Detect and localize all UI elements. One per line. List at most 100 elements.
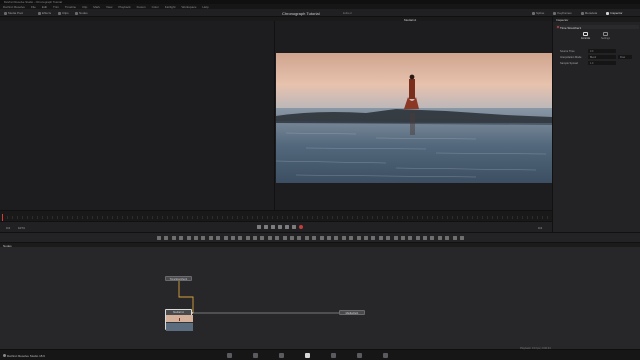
viewer-left[interactable]	[0, 21, 274, 210]
fusion-tool-icon[interactable]	[349, 235, 354, 240]
fusion-tool-icon[interactable]	[267, 235, 272, 240]
fusion-tool-icon[interactable]	[186, 235, 191, 240]
fusion-tool-icon[interactable]	[423, 235, 428, 240]
clips-button[interactable]: Clips	[58, 11, 69, 15]
fusion-tool-icon[interactable]	[171, 235, 176, 240]
fusion-tool-icon[interactable]	[253, 235, 258, 240]
fusion-tool-icon[interactable]	[290, 235, 295, 240]
nodes-button[interactable]: Nodes	[75, 11, 88, 15]
fusion-tool-icon[interactable]	[179, 235, 184, 240]
render-start-field[interactable]: 0.0	[6, 226, 10, 230]
node-timestretcher[interactable]: TimeStretcher1	[165, 276, 192, 281]
fusion-tool-icon[interactable]	[371, 235, 376, 240]
menu-item[interactable]: DaVinci Resolve	[3, 5, 25, 9]
fairlight-page-icon[interactable]	[357, 352, 362, 358]
tab-settings[interactable]: Settings	[597, 32, 614, 42]
deliver-page-icon[interactable]	[383, 352, 388, 358]
node-mediain[interactable]: MediaIn1	[165, 309, 193, 331]
go-to-end-icon[interactable]	[292, 225, 296, 229]
media-pool-button[interactable]: Media Pool	[4, 11, 23, 15]
fusion-tool-icon[interactable]	[157, 235, 161, 240]
fusion-tool-icon[interactable]	[386, 235, 391, 240]
menu-item[interactable]: Fairlight	[165, 5, 176, 9]
fusion-tool-icon[interactable]	[408, 235, 413, 240]
fusion-tool-icon[interactable]	[260, 235, 265, 240]
fusion-tool-icon[interactable]	[437, 235, 442, 240]
interpolation-blend-button[interactable]: Blend	[588, 55, 616, 59]
fusion-tool-icon[interactable]	[460, 235, 465, 240]
fusion-tool-icon[interactable]	[319, 235, 324, 240]
time-ruler[interactable]	[0, 210, 552, 221]
source-time-field[interactable]: 0.0	[588, 49, 616, 53]
step-back-icon[interactable]	[264, 225, 268, 229]
menu-item[interactable]: Workspace	[181, 5, 196, 9]
menu-item[interactable]: Help	[202, 5, 208, 9]
current-frame-field[interactable]: 1074	[18, 226, 25, 230]
menu-item[interactable]: Fusion	[137, 5, 146, 9]
go-to-start-icon[interactable]	[257, 225, 261, 229]
effects-button[interactable]: Effects	[38, 11, 51, 15]
fusion-tool-icon[interactable]	[452, 235, 457, 240]
menu-item[interactable]: Mark	[93, 5, 100, 9]
playhead-marker[interactable]	[2, 214, 3, 221]
fusion-tool-icon[interactable]	[363, 235, 368, 240]
nodes-icon	[75, 11, 78, 15]
workspace-tab-metadata[interactable]: Metadata	[580, 11, 597, 15]
fusion-tool-icon[interactable]	[297, 235, 302, 240]
fusion-tool-icon[interactable]	[201, 235, 206, 240]
step-forward-icon[interactable]	[285, 225, 289, 229]
fusion-tool-icon[interactable]	[430, 235, 435, 240]
menu-item[interactable]: Trim	[53, 5, 59, 9]
inspector-tool-header[interactable]: Time Stretcher1	[556, 25, 639, 30]
tool-enabled-icon[interactable]	[557, 26, 559, 28]
workspace-tab-keyframes[interactable]: Keyframes	[553, 11, 572, 15]
fusion-tool-icon[interactable]	[223, 235, 228, 240]
fusion-tool-icon[interactable]	[230, 235, 235, 240]
inspector-tool-name: Time Stretcher1	[560, 25, 582, 30]
play-icon[interactable]	[278, 225, 282, 229]
tab-controls[interactable]: Controls	[577, 32, 594, 42]
fusion-tool-icon[interactable]	[378, 235, 383, 240]
media-page-icon[interactable]	[227, 352, 232, 358]
inspector-row-source-time: Source Time 0.0	[556, 49, 639, 53]
menu-item[interactable]: Playback	[118, 5, 130, 9]
sample-spread-slider[interactable]: 1.0	[588, 61, 616, 65]
menu-item[interactable]: Color	[152, 5, 159, 9]
fusion-tool-icon[interactable]	[415, 235, 420, 240]
interpolation-flow-button[interactable]: Flow	[618, 55, 632, 59]
menu-item[interactable]: View	[106, 5, 112, 9]
menu-item[interactable]: File	[31, 5, 36, 9]
menu-item[interactable]: Clip	[82, 5, 87, 9]
resolve-logo-icon	[3, 354, 6, 357]
menu-item[interactable]: Timeline	[65, 5, 76, 9]
fusion-tool-icon[interactable]	[393, 235, 398, 240]
fusion-tool-icon[interactable]	[312, 235, 317, 240]
fusion-tool-icon[interactable]	[238, 235, 243, 240]
loop-icon[interactable]	[299, 225, 303, 229]
fusion-page-icon[interactable]	[305, 352, 310, 358]
fusion-tool-icon[interactable]	[164, 235, 169, 240]
fusion-tool-icon[interactable]	[245, 235, 250, 240]
play-reverse-icon[interactable]	[271, 225, 275, 229]
fusion-tool-icon[interactable]	[216, 235, 221, 240]
node-mediaout[interactable]: MediaOut1	[339, 310, 365, 315]
fusion-tool-icon[interactable]	[326, 235, 331, 240]
cut-page-icon[interactable]	[253, 352, 258, 358]
workspace-tab-spline[interactable]: Spline	[532, 11, 544, 15]
workspace-tab-inspector[interactable]: Inspector	[606, 11, 623, 15]
fusion-tool-icon[interactable]	[341, 235, 346, 240]
render-end-field[interactable]: 0.0	[538, 226, 542, 230]
menu-item[interactable]: Edit	[42, 5, 47, 9]
fusion-tool-icon[interactable]	[304, 235, 309, 240]
color-page-icon[interactable]	[331, 352, 336, 358]
node-editor[interactable]: TimeStretcher1 MediaIn1 MediaOut1	[0, 247, 640, 349]
fusion-tool-icon[interactable]	[193, 235, 198, 240]
fusion-tool-icon[interactable]	[208, 235, 213, 240]
fusion-tool-icon[interactable]	[356, 235, 361, 240]
fusion-tool-icon[interactable]	[282, 235, 287, 240]
fusion-tool-icon[interactable]	[334, 235, 339, 240]
fusion-tool-icon[interactable]	[400, 235, 405, 240]
edit-page-icon[interactable]	[279, 352, 284, 358]
fusion-tool-icon[interactable]	[445, 235, 450, 240]
fusion-tool-icon[interactable]	[275, 235, 280, 240]
